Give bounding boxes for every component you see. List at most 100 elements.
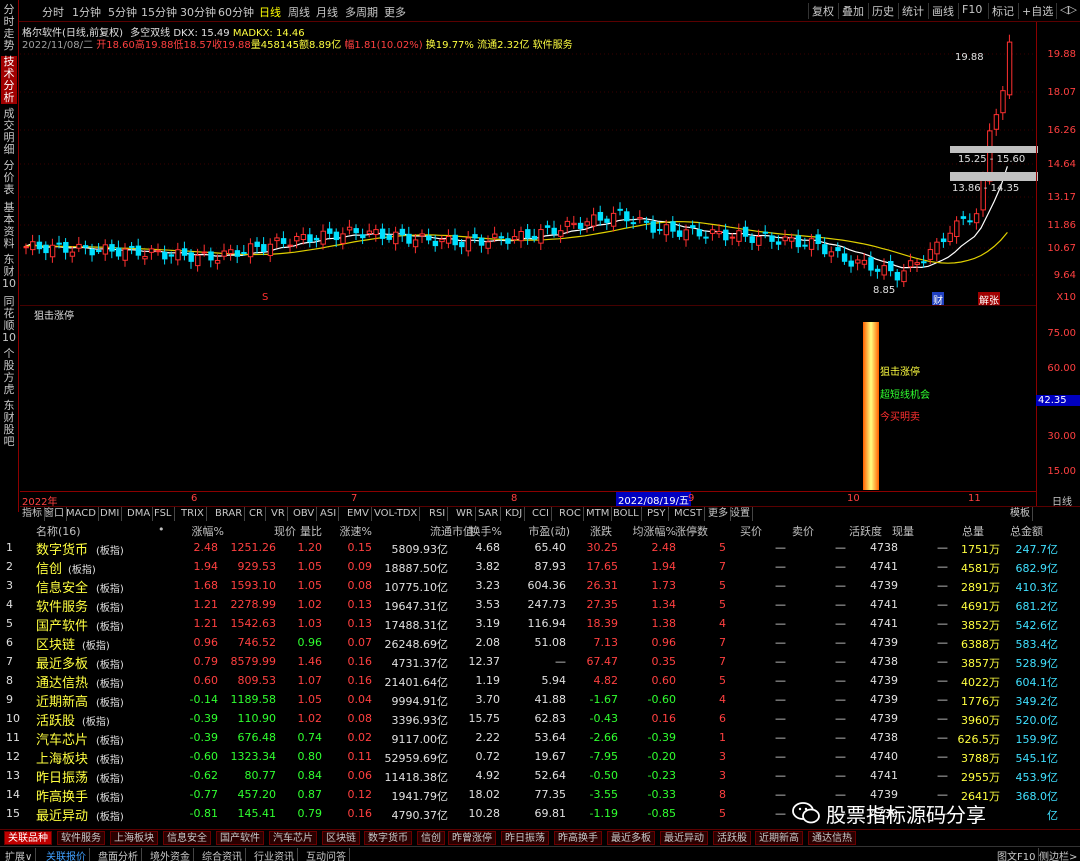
sector-name[interactable]: 软件服务: [36, 596, 88, 615]
column-header[interactable]: •: [158, 523, 168, 536]
sector-tab[interactable]: 上海板块: [110, 831, 158, 845]
sector-name[interactable]: 昨日振荡: [36, 767, 88, 786]
column-header[interactable]: 总金额: [985, 523, 1043, 539]
sector-tab[interactable]: 软件服务: [57, 831, 105, 845]
side-tab-tonghuashun[interactable]: 同花顺10: [1, 296, 17, 344]
indicator-tab-12[interactable]: EMV: [345, 507, 372, 521]
f10-button[interactable]: F10: [958, 3, 985, 19]
sector-name[interactable]: 活跃股: [36, 710, 75, 729]
sector-tab[interactable]: 汽车芯片: [269, 831, 317, 845]
sector-tab[interactable]: 数字货币: [364, 831, 412, 845]
column-header[interactable]: 总量: [934, 523, 984, 539]
sector-tab[interactable]: 昨高换手: [554, 831, 602, 845]
history-button[interactable]: 历史: [868, 3, 897, 19]
column-header[interactable]: 现量: [884, 523, 914, 539]
table-row[interactable]: 10 活跃股 (板指) -0.39 110.90 1.02 0.08 3396.93亿 15.7…: [0, 710, 1080, 729]
tab-15min[interactable]: 15分钟: [141, 4, 177, 20]
indicator-tab-4[interactable]: DMA: [125, 507, 154, 521]
table-row[interactable]: 8 通达信热 (板指) 0.60 809.53 1.07 0.16 21401.64亿 1.19…: [0, 672, 1080, 691]
table-row[interactable]: 1 数字货币 (板指) 2.48 1251.26 1.20 0.15 5809.93亿 4.68…: [0, 539, 1080, 558]
table-row[interactable]: 13 昨日振荡 (板指) -0.62 80.77 0.84 0.06 11418.38亿 4.9…: [0, 767, 1080, 786]
sector-tab[interactable]: 昨曾涨停: [448, 831, 496, 845]
indicator-tab-22[interactable]: PSY: [645, 507, 669, 521]
sector-name[interactable]: 国产软件: [36, 615, 88, 634]
side-tab-timeshare[interactable]: 分时走势: [1, 4, 17, 52]
indicator-tab-18[interactable]: CCI: [530, 507, 552, 521]
overlay-button[interactable]: 叠加: [838, 3, 867, 19]
stats-button[interactable]: 统计: [898, 3, 927, 19]
table-row[interactable]: 9 近期新高 (板指) -0.14 1189.58 1.05 0.04 9994.91亿 3.7…: [0, 691, 1080, 710]
column-header[interactable]: 涨速%: [338, 523, 372, 539]
indicator-tab-9[interactable]: VR: [269, 507, 288, 521]
tab-60min[interactable]: 60分钟: [218, 4, 254, 20]
indicator-tab-19[interactable]: ROC: [557, 507, 584, 521]
table-row[interactable]: 4 软件服务 (板指) 1.21 2278.99 1.02 0.13 19647.31亿 3.5…: [0, 596, 1080, 615]
bottom-tab-2[interactable]: 盘面分析: [95, 848, 142, 861]
sector-name[interactable]: 汽车芯片: [36, 729, 88, 748]
mark-button[interactable]: 标记: [988, 3, 1017, 19]
sector-name[interactable]: 信创: [36, 558, 62, 577]
sector-tab[interactable]: 近期新高: [755, 831, 803, 845]
indicator-tab-23[interactable]: MCST: [672, 507, 706, 521]
sector-name[interactable]: 昨高换手: [36, 786, 88, 805]
table-row[interactable]: 6 区块链 (板指) 0.96 746.52 0.96 0.07 26248.69亿 2.08 5…: [0, 634, 1080, 653]
tab-5min[interactable]: 5分钟: [108, 4, 137, 20]
sector-tab[interactable]: 区块链: [322, 831, 360, 845]
column-header[interactable]: 名称(16): [36, 523, 96, 539]
column-header[interactable]: 现价: [248, 523, 296, 539]
tab-daily[interactable]: 日线: [259, 4, 281, 20]
indicator-tab-21[interactable]: BOLL: [611, 507, 642, 521]
tab-timeshare[interactable]: 分时: [42, 4, 64, 20]
indicator-tab-2[interactable]: MACD: [64, 507, 99, 521]
side-tab-basic-info[interactable]: 基本资料: [1, 202, 17, 250]
side-tab-stock-tiger[interactable]: 个股方虎: [1, 348, 17, 396]
column-header[interactable]: 流通市值: [390, 523, 474, 539]
sidebar-toggle[interactable]: 侧边栏>: [1036, 848, 1080, 861]
toggle-arrows-button[interactable]: ◁▷: [1056, 3, 1080, 19]
column-header[interactable]: 买价: [728, 523, 762, 539]
bottom-tab-0[interactable]: 扩展∨: [2, 848, 37, 861]
sector-tab[interactable]: 最近多板: [607, 831, 655, 845]
table-row[interactable]: 3 信息安全 (板指) 1.68 1593.10 1.05 0.08 10775.10亿 3.2…: [0, 577, 1080, 596]
related-tab[interactable]: 关联品种: [4, 831, 52, 845]
indicator-tab-8[interactable]: CR: [247, 507, 266, 521]
column-header[interactable]: 涨跌: [570, 523, 612, 539]
indicator-tab-11[interactable]: ASI: [318, 507, 340, 521]
indicator-tab-17[interactable]: KDJ: [503, 507, 526, 521]
table-row[interactable]: 11 汽车芯片 (板指) -0.39 676.48 0.74 0.02 9117.00亿 2.2…: [0, 729, 1080, 748]
tab-weekly[interactable]: 周线: [288, 4, 310, 20]
sector-name[interactable]: 最近多板: [36, 653, 88, 672]
tab-multi-period[interactable]: 多周期: [345, 4, 378, 20]
sector-name[interactable]: 数字货币: [36, 539, 88, 558]
side-tab-guba[interactable]: 东财股吧: [1, 400, 17, 448]
column-header[interactable]: 市盈(动): [520, 523, 570, 539]
sector-name[interactable]: 区块链: [36, 634, 75, 653]
sector-name[interactable]: 近期新高: [36, 691, 88, 710]
sector-name[interactable]: 通达信热: [36, 672, 88, 691]
sector-tab[interactable]: 国产软件: [216, 831, 264, 845]
sector-tab[interactable]: 昨日振荡: [501, 831, 549, 845]
indicator-tab-14[interactable]: RSI: [427, 507, 449, 521]
sector-tab[interactable]: 信息安全: [163, 831, 211, 845]
f10-graphic-button[interactable]: 图文F10: [994, 848, 1040, 861]
column-header[interactable]: 涨停数: [672, 523, 708, 539]
indicator-tab-25[interactable]: 设置: [728, 507, 753, 521]
adjust-button[interactable]: 复权: [808, 3, 837, 19]
side-tab-dongcai[interactable]: 东财10: [1, 254, 17, 290]
column-header[interactable]: 换手%: [468, 523, 502, 539]
table-row[interactable]: 12 上海板块 (板指) -0.60 1323.34 0.80 0.11 52959.69亿 0…: [0, 748, 1080, 767]
sector-name[interactable]: 信息安全: [36, 577, 88, 596]
sector-name[interactable]: 最近异动: [36, 805, 88, 824]
indicator-tab-7[interactable]: BRAR: [213, 507, 246, 521]
table-row[interactable]: 2 信创 (板指) 1.94 929.53 1.05 0.09 18887.50亿 3.82 87…: [0, 558, 1080, 577]
column-header[interactable]: 涨幅%: [186, 523, 224, 539]
side-tab-technical[interactable]: 技术分析: [1, 56, 17, 104]
sector-tab[interactable]: 通达信热: [808, 831, 856, 845]
indicator-panel[interactable]: 狙击涨停 狙击涨停 超短线机会 今买明卖: [20, 305, 1036, 490]
table-row[interactable]: 7 最近多板 (板指) 0.79 8579.99 1.46 0.16 4731.37亿 12.3…: [0, 653, 1080, 672]
indicator-tab-15[interactable]: WR: [454, 507, 476, 521]
bottom-tab-6[interactable]: 互动问答: [303, 848, 350, 861]
bottom-tab-4[interactable]: 综合资讯: [199, 848, 246, 861]
indicator-tab-10[interactable]: OBV: [291, 507, 318, 521]
column-header[interactable]: 量比: [292, 523, 322, 539]
